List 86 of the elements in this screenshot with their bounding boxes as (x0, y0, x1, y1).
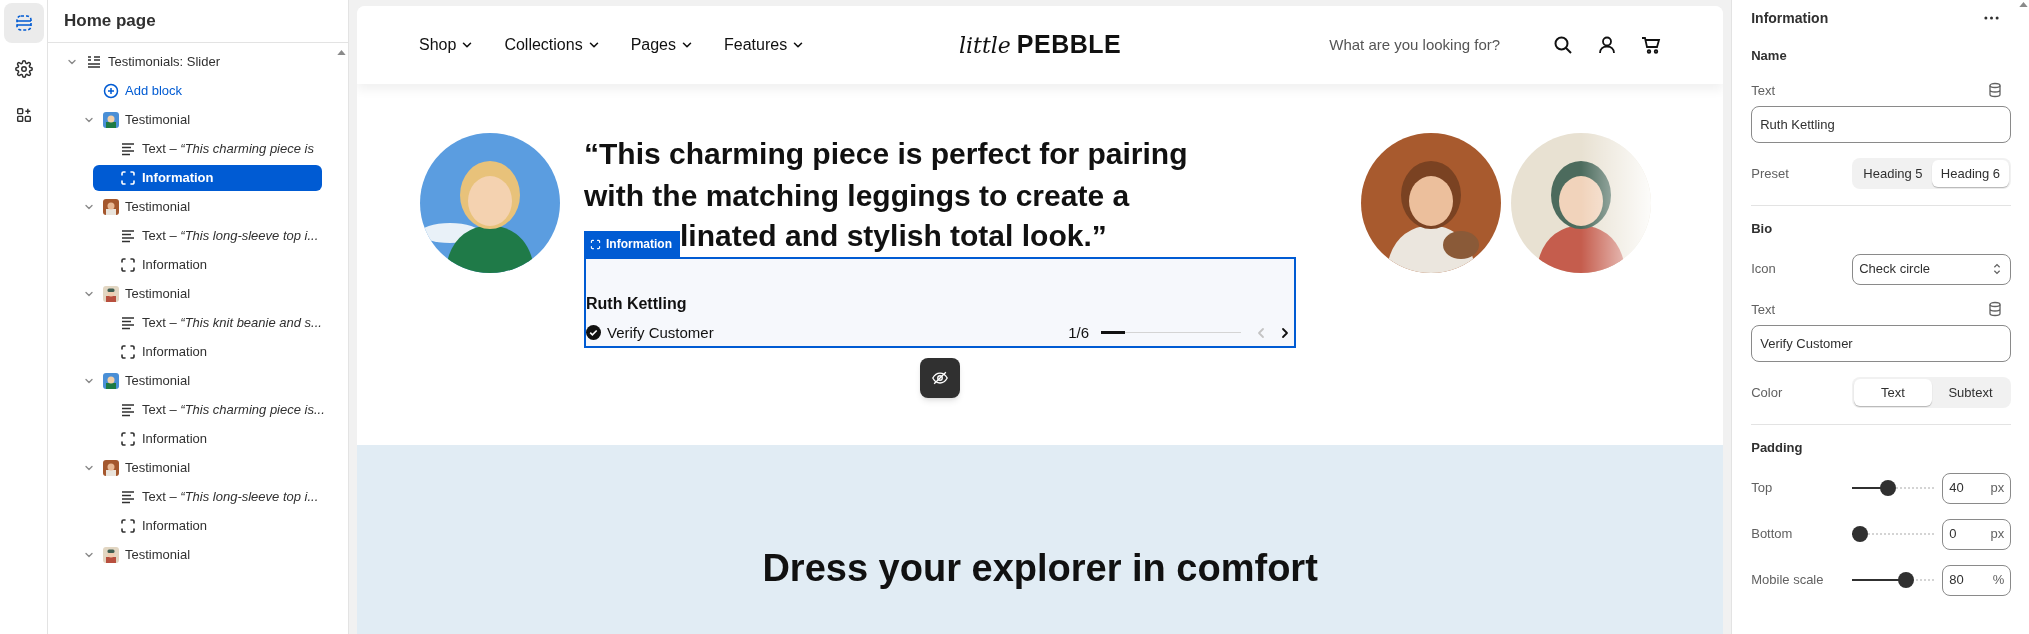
search-icon[interactable] (1553, 35, 1574, 55)
field-label: Top (1751, 479, 1773, 498)
check-circle-icon (586, 325, 601, 341)
slide-counter: 1/6 (1068, 322, 1089, 343)
nav-menu-item[interactable]: Shop (419, 33, 475, 57)
quote-line: “This charming piece is perfect for pairing (584, 136, 1188, 172)
quote-line: linated and stylish total look.” (680, 218, 1107, 254)
customer-bio: Verify Customer (607, 322, 714, 343)
text-icon (120, 402, 136, 418)
tree-item[interactable]: Testimonial (76, 194, 322, 220)
tree-item[interactable]: Testimonial (76, 368, 322, 394)
number-field[interactable]: 40 px (1942, 472, 2012, 504)
tree-item[interactable]: Testimonial (76, 107, 322, 133)
section-icon (86, 54, 102, 70)
database-icon[interactable] (1987, 82, 2004, 99)
customer-name: Ruth Kettling (586, 293, 687, 314)
tree-item[interactable]: Testimonial (76, 281, 322, 307)
field-label: Mobile scale (1751, 571, 1824, 590)
eye-off-icon (931, 369, 949, 387)
section-heading: Dress your explorer in comfort (762, 546, 1318, 591)
cart-icon[interactable] (1641, 35, 1662, 55)
tree-item[interactable]: Add block (76, 78, 322, 104)
scroll-up-icon[interactable] (2019, 2, 2029, 7)
field-label: Icon (1751, 260, 1776, 279)
group-heading: Bio (1751, 220, 1774, 238)
tree-item[interactable]: Testimonials: Slider (59, 49, 322, 75)
sections-icon (13, 13, 34, 33)
segment-option[interactable]: Heading 6 (1931, 160, 2010, 187)
apps-icon (14, 106, 33, 124)
group-heading: Padding (1751, 439, 1804, 457)
select-field[interactable]: Check circle (1852, 253, 2012, 285)
tree-item[interactable]: Testimonial (76, 542, 322, 568)
text-field[interactable]: Ruth Kettling (1751, 106, 2012, 143)
text-icon (120, 141, 136, 157)
text-icon (120, 489, 136, 505)
nav-menu-item[interactable]: Pages (630, 33, 694, 57)
text-icon (120, 228, 136, 244)
tree-item[interactable]: Text – “This long-sleeve top i... (93, 484, 322, 510)
search-field[interactable]: What are you looking for? (1329, 33, 1530, 57)
tree-item[interactable]: Text – “This knit beanie and s... (93, 310, 322, 336)
quote-line: with the matching leggings to create a (584, 178, 1130, 214)
field-label: Preset (1751, 164, 1789, 183)
account-icon[interactable] (1597, 35, 1618, 55)
information-block[interactable]: Ruth Kettling Verify Customer 1/6 (584, 257, 1296, 348)
more-icon[interactable] (1984, 16, 2000, 20)
block-icon (120, 257, 136, 273)
settings-icon (14, 60, 33, 78)
segment-option[interactable]: Subtext (1931, 379, 2010, 406)
field-label: Bottom (1751, 525, 1793, 544)
block-icon (120, 431, 136, 447)
number-field[interactable]: 0 px (1942, 518, 2012, 550)
segment-option[interactable]: Text (1854, 379, 1932, 406)
panel-title: Information (1751, 8, 1829, 28)
slider-thumb[interactable] (1879, 480, 1896, 496)
tree-item[interactable]: Text – “This charming piece is (93, 136, 322, 162)
tree-item[interactable]: Testimonial (76, 455, 322, 481)
slider-thumb[interactable] (1898, 572, 1915, 588)
panel-title: Home page (64, 10, 156, 33)
scroll-up-icon[interactable] (337, 50, 346, 55)
field-label: Text (1751, 300, 1776, 319)
block-tag[interactable]: Information (584, 231, 680, 257)
slider-thumb[interactable] (1852, 526, 1869, 542)
nav-menu-item[interactable]: Features (724, 33, 806, 57)
text-icon (120, 315, 136, 331)
field-label: Color (1751, 383, 1783, 402)
tree-item[interactable]: Text – “This long-sleeve top i... (93, 223, 322, 249)
store-logo[interactable]: little PEBBLE (959, 26, 1122, 64)
field-label: Text (1751, 81, 1776, 100)
database-icon[interactable] (1987, 301, 2004, 318)
text-field[interactable]: Verify Customer (1751, 325, 2012, 362)
tree-item[interactable]: Information (93, 513, 322, 539)
block-icon (120, 518, 136, 534)
tree-item[interactable]: Text – “This charming piece is... (93, 397, 322, 423)
block-icon (120, 344, 136, 360)
plus-circle-icon (103, 83, 119, 99)
tree-item[interactable]: Information (93, 426, 322, 452)
number-field[interactable]: 80 % (1942, 564, 2012, 596)
group-heading: Name (1751, 47, 1788, 65)
tree-item[interactable]: Information (93, 165, 322, 191)
tree-item[interactable]: Information (93, 252, 322, 278)
block-icon (590, 238, 601, 250)
hide-button[interactable] (920, 358, 960, 398)
block-icon (120, 170, 136, 186)
segment-option[interactable]: Heading 5 (1854, 160, 1932, 187)
nav-menu-item[interactable]: Collections (504, 33, 601, 57)
tree-item[interactable]: Information (93, 339, 322, 365)
